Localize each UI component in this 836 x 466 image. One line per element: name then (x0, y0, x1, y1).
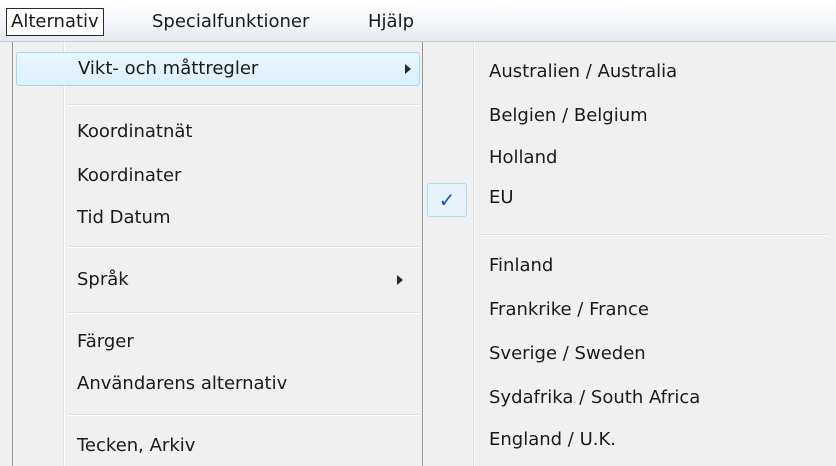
menu-alternativ[interactable]: Alternativ (6, 8, 104, 36)
menu-item-koordinater[interactable]: Koordinater (13, 160, 415, 192)
menu-item-anvandarens-alternativ[interactable]: Användarens alternativ (13, 368, 415, 400)
submenu-item-england[interactable]: England / U.K. (423, 424, 836, 456)
submenu-item-sverige[interactable]: Sverige / Sweden (423, 338, 836, 370)
alternativ-dropdown: Vikt- och måttregler Koordinatnät Koordi… (12, 42, 422, 466)
menu-item-label: Koordinatnät (77, 121, 193, 142)
submenu-item-label: England / U.K. (489, 429, 617, 450)
menu-hjalp[interactable]: Hjälp (364, 8, 418, 36)
menu-item-label: Tecken, Arkiv (77, 435, 196, 456)
menu-item-vikt-och-mattregler[interactable]: Vikt- och måttregler (16, 52, 420, 86)
menu-item-sprak[interactable]: Språk (13, 264, 415, 296)
submenu-item-australien[interactable]: Australien / Australia (423, 56, 836, 88)
submenu-item-belgien[interactable]: Belgien / Belgium (423, 100, 836, 132)
menu-bar: Alternativ Specialfunktioner Hjälp (0, 0, 836, 42)
submenu-item-finland[interactable]: Finland (423, 250, 836, 282)
submenu-item-label: Sverige / Sweden (489, 343, 646, 364)
menu-separator (67, 312, 419, 314)
menu-separator (479, 234, 829, 236)
menu-item-label: Användarens alternativ (77, 373, 288, 394)
menu-item-tecken-arkiv[interactable]: Tecken, Arkiv (13, 430, 415, 462)
menu-item-label: Färger (77, 331, 134, 352)
submenu-item-label: Holland (489, 147, 558, 168)
icon-gutter (63, 42, 65, 466)
menu-specialfunktioner[interactable]: Specialfunktioner (148, 8, 313, 36)
menu-separator (67, 104, 419, 106)
submenu-item-frankrike[interactable]: Frankrike / France (423, 294, 836, 326)
submenu-item-label: Australien / Australia (489, 61, 678, 82)
menu-separator (67, 414, 419, 416)
submenu-arrow-icon (405, 64, 411, 74)
submenu-item-label: Belgien / Belgium (489, 105, 648, 126)
checkmark-icon: ✓ (427, 183, 467, 217)
menu-item-koordinatnat[interactable]: Koordinatnät (13, 116, 415, 148)
submenu-item-label: EU (489, 187, 514, 208)
submenu-item-label: Finland (489, 255, 554, 276)
menu-separator (67, 246, 419, 248)
menu-item-farger[interactable]: Färger (13, 326, 415, 358)
menu-item-label: Koordinater (77, 165, 182, 186)
submenu-item-eu[interactable]: ✓ EU (423, 182, 836, 217)
submenu-item-holland[interactable]: Holland (423, 142, 836, 174)
submenu-item-sydafrika[interactable]: Sydafrika / South Africa (423, 382, 836, 414)
vikt-och-mattregler-submenu: Australien / Australia Belgien / Belgium… (422, 42, 836, 466)
menu-item-label: Vikt- och måttregler (78, 58, 259, 79)
submenu-arrow-icon (397, 275, 403, 285)
submenu-item-label: Frankrike / France (489, 299, 649, 320)
menu-item-label: Tid Datum (77, 207, 171, 228)
menu-item-tid-datum[interactable]: Tid Datum (13, 202, 415, 234)
menu-item-label: Språk (77, 269, 129, 290)
submenu-item-label: Sydafrika / South Africa (489, 387, 701, 408)
